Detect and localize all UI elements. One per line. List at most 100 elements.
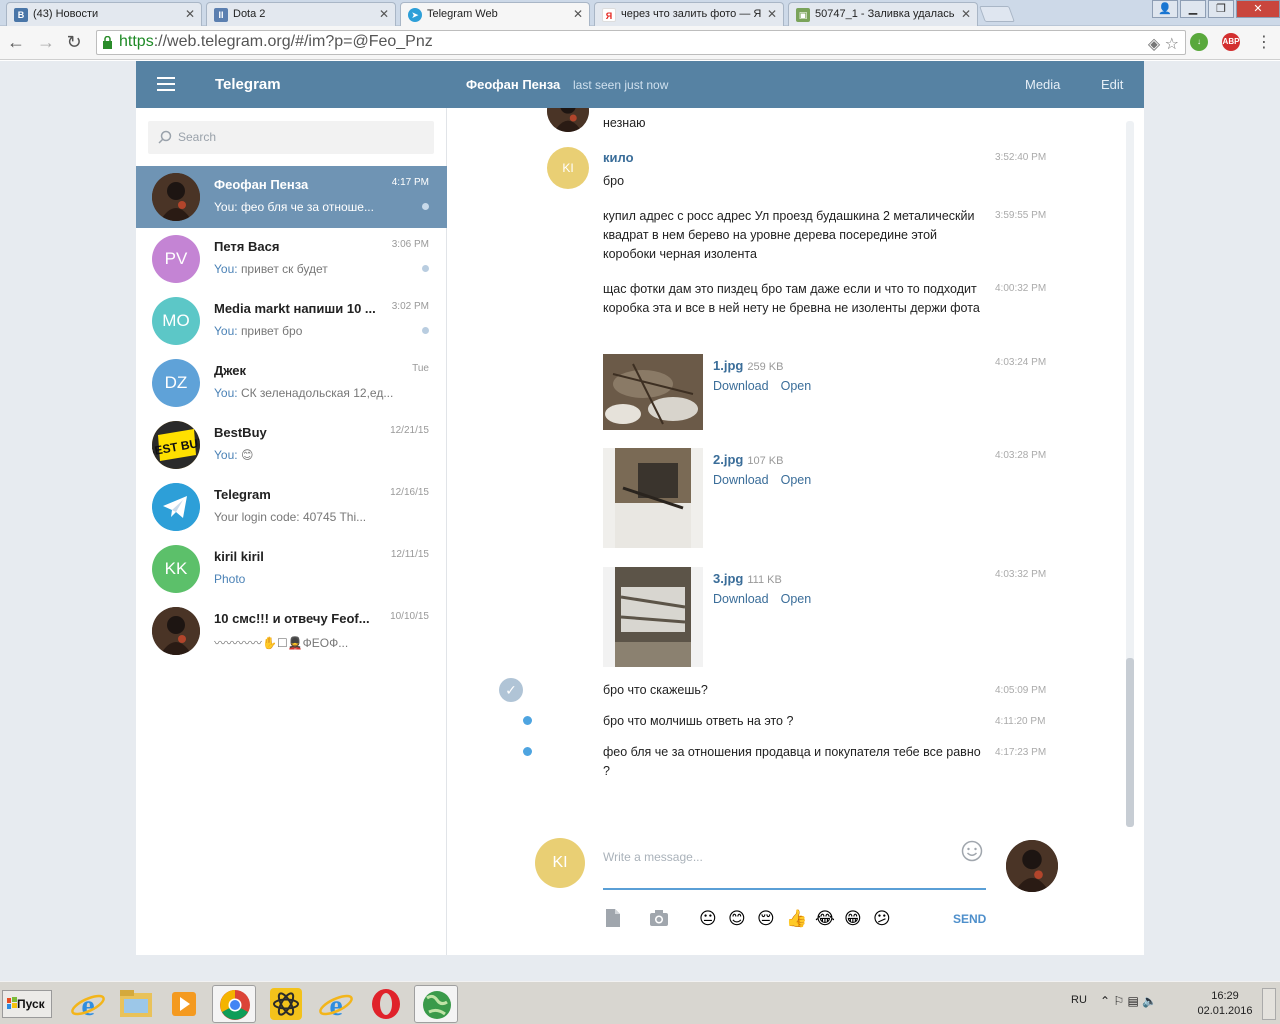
photo-thumbnail[interactable] bbox=[603, 448, 703, 548]
peer-status: last seen just now bbox=[573, 78, 669, 92]
open-link[interactable]: Open bbox=[781, 379, 812, 393]
peer-avatar[interactable]: KI bbox=[535, 838, 585, 888]
emoji-smile-icon[interactable] bbox=[961, 840, 983, 862]
emoji-thumbsup-button[interactable]: 👍 bbox=[786, 909, 807, 929]
internet-explorer-icon-2[interactable]: e bbox=[314, 985, 358, 1023]
dialog-item-feof-channel[interactable]: 10 смс!!! и отвечу Feof... 10/10/15 〰〰〰〰… bbox=[136, 600, 447, 662]
browser-tab-yandex[interactable]: Я через что залить фото — Я ✕ bbox=[594, 2, 784, 26]
emoji-neutral-button[interactable]: 😐 bbox=[699, 909, 717, 929]
dialog-item-telegram[interactable]: Telegram 12/16/15 Your login code: 40745… bbox=[136, 476, 447, 538]
network-icon[interactable]: ▤ bbox=[1128, 994, 1139, 1008]
chrome-icon[interactable] bbox=[212, 985, 256, 1023]
emoji-confused-button[interactable]: 😕 bbox=[873, 909, 891, 929]
dialog-preview: Your login code: 40745 Thi... bbox=[214, 510, 367, 524]
emoji-smile-button[interactable]: 😊 bbox=[728, 909, 746, 929]
attach-file-icon[interactable] bbox=[603, 909, 623, 927]
app-title[interactable]: Telegram bbox=[215, 76, 281, 93]
download-link[interactable]: Download bbox=[713, 379, 769, 393]
search-icon bbox=[158, 130, 172, 144]
file-message: 2.jpg 107 KB Download Open bbox=[603, 448, 983, 548]
dialog-name: Феофан Пенза bbox=[214, 177, 309, 192]
close-icon[interactable]: ✕ bbox=[379, 7, 389, 21]
pause-icon: II bbox=[214, 8, 228, 22]
browser-tab-dota[interactable]: II Dota 2 ✕ bbox=[206, 2, 396, 26]
open-link[interactable]: Open bbox=[781, 592, 812, 606]
media-player-icon[interactable] bbox=[162, 985, 206, 1023]
open-link[interactable]: Open bbox=[781, 473, 812, 487]
download-link[interactable]: Download bbox=[713, 592, 769, 606]
message-author[interactable]: кило bbox=[603, 150, 634, 165]
system-clock[interactable]: 16:29 02.01.2016 bbox=[1195, 989, 1255, 1019]
file-name[interactable]: 1.jpg 259 KB bbox=[713, 358, 783, 373]
media-button[interactable]: Media bbox=[1025, 77, 1060, 92]
avatar: MO bbox=[152, 297, 200, 345]
reload-icon[interactable]: ↻ bbox=[64, 32, 84, 53]
photo-thumbnail[interactable] bbox=[603, 354, 703, 430]
window-close-button[interactable]: ✕ bbox=[1236, 0, 1280, 18]
search-input[interactable]: Search bbox=[148, 121, 434, 154]
dialog-item-media-markt[interactable]: MO Media markt напиши 10 ... 3:02 PM You… bbox=[136, 290, 447, 352]
opera-icon[interactable] bbox=[364, 985, 408, 1023]
emoji-pensive-button[interactable]: 😔 bbox=[757, 909, 775, 929]
dialog-item-petya[interactable]: PV Петя Вася 3:06 PM You: привет ск буде… bbox=[136, 228, 447, 290]
file-name[interactable]: 2.jpg 107 KB bbox=[713, 452, 783, 467]
history-scrollbar[interactable] bbox=[1126, 121, 1134, 827]
close-icon[interactable]: ✕ bbox=[185, 7, 195, 21]
volume-icon[interactable]: 🔈 bbox=[1142, 994, 1157, 1008]
avatar[interactable] bbox=[547, 108, 589, 132]
tab-title: Telegram Web bbox=[427, 8, 498, 20]
atom-app-icon[interactable] bbox=[264, 985, 308, 1023]
bookmark-star-icon[interactable]: ◈ ☆ bbox=[1148, 34, 1179, 54]
restore-button[interactable]: ❐ bbox=[1208, 0, 1234, 18]
hamburger-menu-icon[interactable] bbox=[157, 77, 175, 95]
address-bar[interactable]: https://web.telegram.org/#/im?p=@Feo_Pnz… bbox=[96, 30, 1186, 55]
minimize-button[interactable]: ▁ bbox=[1180, 0, 1206, 18]
action-center-flag-icon[interactable]: ⚐ bbox=[1113, 994, 1124, 1008]
show-hidden-icons-icon[interactable]: ⌃ bbox=[1100, 994, 1110, 1008]
photo-thumbnail[interactable] bbox=[603, 567, 703, 667]
close-icon[interactable]: ✕ bbox=[767, 7, 777, 21]
start-label: Пуск bbox=[17, 997, 45, 1011]
browser-tab-image-host[interactable]: ▣ 50747_1 - Заливка удалась ✕ bbox=[788, 2, 978, 26]
browser-tab-vk[interactable]: B (43) Новости ✕ bbox=[6, 2, 202, 26]
back-arrow-icon[interactable]: ← bbox=[6, 32, 26, 53]
forward-arrow-icon[interactable]: → bbox=[36, 32, 56, 53]
new-tab-button[interactable] bbox=[979, 6, 1015, 22]
message-input[interactable]: Write a message... bbox=[603, 840, 986, 890]
browser-tab-telegram[interactable]: ➤ Telegram Web ✕ bbox=[400, 2, 590, 27]
file-name[interactable]: 3.jpg 111 KB bbox=[713, 571, 782, 586]
message-text: бро bbox=[603, 174, 625, 188]
dialog-item-kiril[interactable]: KK kiril kiril 12/11/15 Photo bbox=[136, 538, 447, 600]
tray-icons[interactable]: ⌃ ⚐ ▤ 🔈 bbox=[1100, 994, 1157, 1008]
download-link[interactable]: Download bbox=[713, 473, 769, 487]
profile-icon[interactable]: 👤 bbox=[1152, 0, 1178, 18]
message-time: 3:59:55 PM bbox=[995, 210, 1047, 221]
download-extension-icon[interactable]: ↓ bbox=[1190, 33, 1208, 51]
close-icon[interactable]: ✕ bbox=[961, 7, 971, 21]
language-indicator[interactable]: RU bbox=[1071, 994, 1087, 1006]
emoji-joy-button[interactable]: 😂 bbox=[815, 909, 835, 929]
dialog-item-jack[interactable]: DZ Джек Tue You: СК зеленадольская 12,ед… bbox=[136, 352, 447, 414]
author-avatar[interactable]: KI bbox=[547, 147, 589, 189]
start-button[interactable]: Пуск bbox=[2, 990, 52, 1018]
dialog-item-feofan[interactable]: Феофан Пенза 4:17 PM You: фео бля че за … bbox=[136, 166, 447, 228]
close-icon[interactable]: ✕ bbox=[573, 7, 583, 21]
globe-app-icon[interactable] bbox=[414, 985, 458, 1023]
menu-icon[interactable]: ⋮ bbox=[1254, 32, 1274, 52]
file-explorer-icon[interactable] bbox=[114, 985, 158, 1023]
tab-title: (43) Новости bbox=[33, 8, 99, 20]
scrollbar-thumb[interactable] bbox=[1126, 658, 1134, 827]
peer-name[interactable]: Феофан Пенза bbox=[466, 77, 560, 92]
read-check-icon: ✓ bbox=[499, 678, 523, 702]
yandex-icon: Я bbox=[602, 8, 616, 22]
internet-explorer-icon[interactable]: e bbox=[66, 985, 110, 1023]
windows-taskbar: Пуск e e RU ⌃ ⚐ ▤ 🔈 16:29 02.01.2016 bbox=[0, 981, 1280, 1024]
show-desktop-button[interactable] bbox=[1262, 988, 1276, 1020]
send-button[interactable]: SEND bbox=[953, 912, 986, 926]
camera-icon[interactable] bbox=[649, 909, 669, 927]
edit-button[interactable]: Edit bbox=[1101, 77, 1123, 92]
adblock-icon[interactable]: ABP bbox=[1222, 33, 1240, 51]
my-avatar[interactable] bbox=[1006, 840, 1058, 892]
emoji-grin-button[interactable]: 😁 bbox=[844, 909, 862, 929]
dialog-item-bestbuy[interactable]: BEST BUY BestBuy 12/21/15 You: 😊 bbox=[136, 414, 447, 476]
